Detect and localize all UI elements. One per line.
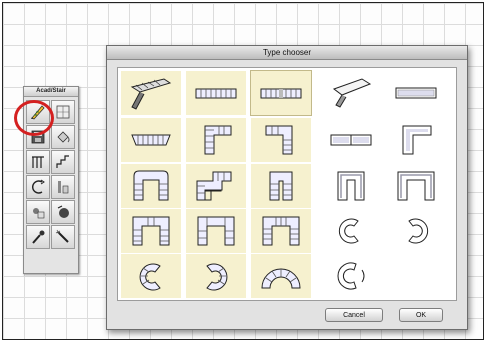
stair-type-spiral-alt[interactable] [186, 254, 246, 298]
dropper-icon [32, 230, 45, 244]
spiral-icon [139, 263, 161, 291]
z-shape-icon [196, 171, 232, 201]
stair-type-u-triple[interactable] [251, 209, 311, 253]
straight-plain-icon [395, 87, 437, 99]
u-plain-wide-icon [397, 171, 435, 201]
curve-tool-button[interactable] [26, 175, 50, 199]
stair-pencil-icon [31, 105, 45, 120]
dropper-tool-button[interactable] [26, 225, 50, 249]
rotate-icon [57, 205, 69, 218]
stair-type-semicircle[interactable] [251, 254, 311, 298]
stringer-icon [56, 155, 69, 168]
stair-type-spiral[interactable] [121, 254, 181, 298]
u-shape-icon [133, 170, 169, 201]
straight-plan-alt-icon [260, 88, 302, 99]
ramp-3d-icon [130, 78, 172, 110]
palette-title: Acad/Stair [24, 87, 78, 97]
wand-icon [55, 229, 69, 243]
rotate-tool-button[interactable] [51, 200, 75, 224]
stair-type-u-shape-narrow[interactable] [251, 164, 311, 208]
stair-type-straight-plan-alt[interactable] [250, 70, 312, 116]
stair-type-u-double[interactable] [186, 209, 246, 253]
stair-type-straight-landing[interactable] [321, 118, 381, 162]
spiral-alt-icon [206, 263, 228, 291]
stair-type-spiral-plain[interactable] [321, 209, 381, 253]
stair-type-semicircle-plain[interactable] [321, 254, 381, 298]
stair-type-ramp-3d[interactable] [121, 71, 181, 115]
stair-type-spiral-plain-alt[interactable] [386, 209, 446, 253]
l-shape-plain-icon [402, 125, 432, 155]
tool-palette: Acad/Stair [23, 86, 79, 274]
l-shape-icon [204, 125, 232, 155]
stair-type-straight-plan[interactable] [186, 71, 246, 115]
cancel-button[interactable]: Cancel [325, 308, 383, 322]
u-plain-icon [337, 171, 365, 201]
save-tool-button[interactable] [26, 125, 50, 149]
stair-type-grid [117, 67, 457, 301]
stair-type-l-shape[interactable] [186, 118, 246, 162]
eraser-icon [33, 208, 45, 219]
railing-tool-button[interactable] [26, 150, 50, 174]
stair-type-l-shape-reverse[interactable] [251, 118, 311, 162]
straight-plan-icon [195, 88, 237, 99]
floppy-icon [31, 130, 45, 144]
stair-tool-button[interactable] [26, 100, 50, 124]
landing-tool-button[interactable] [51, 175, 75, 199]
stair-type-u-shape[interactable] [121, 164, 181, 208]
stair-type-u-plain[interactable] [321, 164, 381, 208]
wand-tool-button[interactable] [51, 225, 75, 249]
semicircle-icon [261, 268, 301, 289]
curve-stair-icon [32, 179, 45, 194]
paint-bucket-icon [57, 131, 70, 143]
landing-icon [58, 181, 69, 194]
u-double-icon [197, 216, 235, 246]
l-shape-reverse-icon [265, 125, 293, 155]
ok-button[interactable]: OK [399, 308, 443, 322]
u-shape-narrow-icon [269, 171, 293, 201]
spiral-plain-icon [338, 218, 359, 244]
stair-type-l-shape-plain[interactable] [386, 118, 446, 162]
paint-tool-button[interactable] [51, 125, 75, 149]
eraser-tool-button[interactable] [26, 200, 50, 224]
spiral-plain-alt-icon [408, 218, 429, 244]
stair-type-u-wide[interactable] [121, 209, 181, 253]
u-triple-icon [262, 216, 300, 246]
stair-view-icon [56, 105, 70, 119]
splayed-straight-icon [131, 134, 171, 146]
stair-type-z-shape[interactable] [186, 164, 246, 208]
railing-icon [32, 156, 44, 168]
straight-landing-icon [330, 134, 372, 146]
type-chooser-dialog: Type chooser Cancel OK [106, 45, 468, 330]
view-tool-button[interactable] [51, 100, 75, 124]
stair-type-ramp-3d-light[interactable] [321, 71, 381, 115]
stair-type-straight-plain[interactable] [386, 71, 446, 115]
semicircle-plain-icon [337, 262, 365, 290]
ramp-3d-light-icon [332, 78, 372, 108]
stringer-tool-button[interactable] [51, 150, 75, 174]
stair-type-u-plain-wide[interactable] [386, 164, 446, 208]
stair-type-splayed-straight[interactable] [121, 118, 181, 162]
canvas-grid[interactable]: Acad/Stair Type chooser Cancel OK [2, 2, 484, 340]
u-wide-icon [132, 216, 170, 246]
dialog-title: Type chooser [107, 46, 467, 60]
